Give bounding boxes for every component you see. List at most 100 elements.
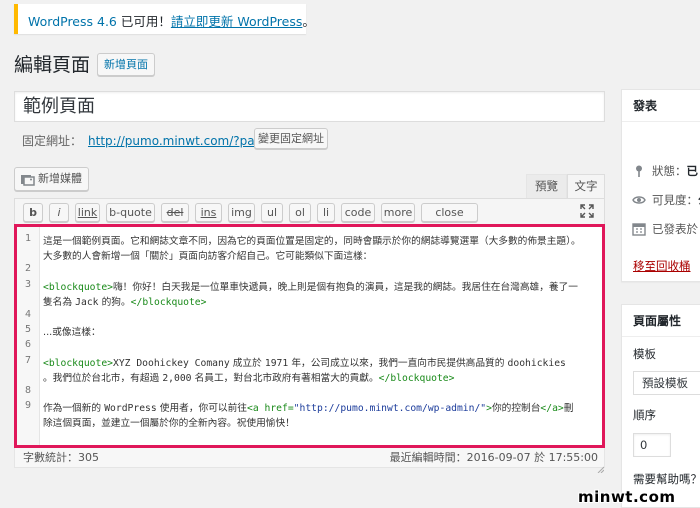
text-segment: 刪 — [563, 403, 574, 415]
qt-code-button[interactable]: code — [341, 203, 375, 222]
qt-ol-button[interactable]: ol — [289, 203, 311, 222]
page-title: 編輯頁面 — [14, 54, 91, 76]
qt-bquote-button[interactable]: b-quote — [106, 203, 155, 222]
text-segment: doohickies — [507, 357, 566, 369]
qt-bold-button[interactable]: b — [23, 203, 43, 222]
line-number: 4 — [25, 309, 32, 320]
qt-img-button[interactable]: img — [228, 203, 255, 222]
update-notice: WordPress 4.6 已可用！請立即更新 WordPress。 — [14, 4, 315, 34]
page-attributes-box: 頁面屬性 模板 預設模板 順序 0 需要幫助嗎？你 — [621, 304, 700, 508]
line-number: 1 — [25, 233, 32, 244]
template-label: 模板 — [633, 347, 656, 361]
move-to-trash-link[interactable]: 移至回收桶 — [633, 258, 691, 274]
qt-ul-button[interactable]: ul — [261, 203, 283, 222]
html-tag: </blockquote> — [130, 296, 207, 308]
order-input[interactable]: 0 — [633, 433, 671, 457]
status-value: 已 — [686, 164, 699, 178]
text-segment: 除這個頁面，並建立一個屬於你的全新內容。祝使用愉快！ — [43, 418, 295, 430]
watermark: minwt.com — [578, 488, 676, 506]
change-permalink-button[interactable]: 變更固定網址 — [254, 128, 328, 149]
add-media-button[interactable]: 新增媒體 — [14, 167, 89, 191]
code-line: <blockquote>XYZ Doohickey Comany 成立於 197… — [43, 355, 601, 369]
pin-icon — [632, 164, 646, 178]
text-segment: 名員工，對台北市政府有著相當大的貢獻。 — [191, 372, 379, 384]
line-number: 9 — [25, 400, 32, 412]
text-segment: 這是一個範例頁面。它和網誌文章不同，因為它的頁面位置是固定的，同時會顯示於你的網… — [43, 236, 581, 247]
text-segment: 年，公司成立以來，我們一直向市民提供高品質的 — [288, 357, 508, 369]
media-icon — [21, 172, 35, 186]
qt-li-button[interactable]: li — [317, 203, 335, 222]
notice-text: 已可用！ — [116, 14, 171, 29]
text-segment: 作為一個新的 — [43, 403, 105, 415]
qt-link-button[interactable]: link — [75, 203, 100, 222]
tab-text[interactable]: 文字 — [567, 174, 605, 198]
line-number: 2 — [25, 263, 32, 275]
code-line: <blockquote>嗨！你好！白天我是一位單車快遞員，晚上則是個有抱負的演員… — [43, 279, 601, 293]
text-segment: Jack — [75, 296, 99, 308]
code-line: 大多數的人會新增一個「關於」頁面向訪客介紹自己。它可能類似下面這樣： — [43, 248, 601, 262]
qt-del-button[interactable]: del — [161, 203, 189, 222]
qt-close-tags-button[interactable]: close tags — [421, 203, 478, 236]
code-line: 除這個頁面，並建立一個屬於你的全新內容。祝使用愉快！ — [43, 415, 601, 429]
quicktags-toolbar: b i link b-quote del ins img ul ol li co… — [14, 198, 605, 236]
editor-status-bar: 字數統計：305 最近編輯時間：2016-09-07 於 17:55:00 — [14, 448, 605, 474]
html-tag: </a> — [540, 403, 564, 415]
code-line: 隻名為 Jack 的狗。</blockquote> — [43, 294, 601, 308]
text-segment: 成立於 — [229, 357, 265, 369]
fullscreen-icon[interactable] — [580, 204, 594, 218]
last-edited: 最近編輯時間：2016-09-07 於 17:55:00 — [389, 451, 598, 464]
line-number: 5 — [25, 324, 32, 336]
publish-box-title: 發表 — [622, 90, 700, 122]
post-title-input[interactable]: 範例頁面 — [14, 91, 605, 122]
text-segment: WordPress — [104, 403, 157, 415]
notice-end: 。 — [302, 14, 315, 29]
text-segment: 大多數的人會新增一個「關於」頁面向訪客介紹自己。它可能類似下面這樣： — [43, 251, 373, 263]
help-text: 需要幫助嗎？你 — [633, 472, 700, 486]
qt-ins-button[interactable]: ins — [195, 203, 222, 222]
add-media-label: 新增媒體 — [38, 172, 82, 185]
qt-italic-button[interactable]: i — [49, 203, 69, 222]
html-tag: <a href= — [247, 403, 294, 415]
html-tag: </blockquote> — [378, 372, 455, 384]
text-segment: XYZ Doohickey Comany — [113, 357, 230, 369]
text-segment: 隻名為 — [43, 296, 76, 308]
line-number-gutter: 1 2 3 4 5 6 7 8 9 — [17, 227, 40, 445]
page-attributes-title: 頁面屬性 — [622, 305, 700, 337]
tab-visual[interactable]: 預覽 — [526, 174, 567, 198]
text-segment: 你的控制台 — [491, 403, 541, 415]
code-line: ...或像這樣： — [43, 324, 601, 338]
html-tag: <blockquote> — [43, 357, 113, 369]
text-segment: 。我們位於台北市，有超過 — [43, 372, 163, 384]
code-line: 作為一個新的 WordPress 使用者，你可以前往<a href="http:… — [43, 400, 601, 414]
calendar-icon — [632, 222, 646, 236]
attribute-value: "http://pumo.minwt.com/wp-admin/" — [293, 403, 487, 415]
add-new-page-button[interactable]: 新增頁面 — [97, 53, 155, 76]
update-link[interactable]: 請立即更新 WordPress — [171, 14, 303, 29]
html-tag: <blockquote> — [43, 281, 113, 293]
text-segment: 使用者，你可以前往 — [156, 403, 247, 415]
status-row: 狀態：已 — [632, 163, 698, 179]
line-number: 6 — [25, 339, 32, 351]
code-line: 。我們位於台北市，有超過 2,000 名員工，對台北市政府有著相當大的貢獻。</… — [43, 370, 601, 384]
published-row: 已發表於： — [632, 221, 700, 237]
content-editor[interactable]: 1 2 3 4 5 6 7 8 9 這是一個範例頁面。它和網誌文章不同，因為它的頁面位置是固定的… — [14, 224, 605, 448]
line-number: 8 — [25, 385, 32, 396]
text-segment: 1971 — [264, 357, 289, 369]
text-segment: 嗨！你好！白天我是一位單車快遞員，晚上則是個有抱負的演員，這是我的網誌。我居住在… — [113, 281, 578, 293]
eye-icon — [632, 193, 646, 207]
permalink-label: 固定網址： — [22, 134, 83, 148]
order-label: 順序 — [633, 408, 656, 422]
text-segment: 2,000 — [162, 372, 192, 384]
qt-more-button[interactable]: more — [381, 203, 415, 222]
line-number: 7 — [25, 354, 32, 366]
template-select[interactable]: 預設模板 — [633, 371, 700, 395]
word-count: 字數統計：305 — [23, 451, 99, 464]
text-segment: ...或像這樣： — [43, 327, 101, 339]
visibility-row: 可見度：公 — [632, 192, 700, 208]
version-link[interactable]: WordPress 4.6 — [28, 14, 117, 29]
code-line: 這是一個範例頁面。它和網誌文章不同，因為它的頁面位置是固定的，同時會顯示於你的網… — [43, 233, 601, 247]
resize-handle-icon[interactable] — [597, 460, 605, 474]
publish-box: 發表 狀態：已 可見度：公 已發表於： 移至回收桶 — [621, 89, 700, 282]
line-number: 3 — [25, 278, 32, 290]
text-segment: 的狗。 — [98, 296, 131, 308]
